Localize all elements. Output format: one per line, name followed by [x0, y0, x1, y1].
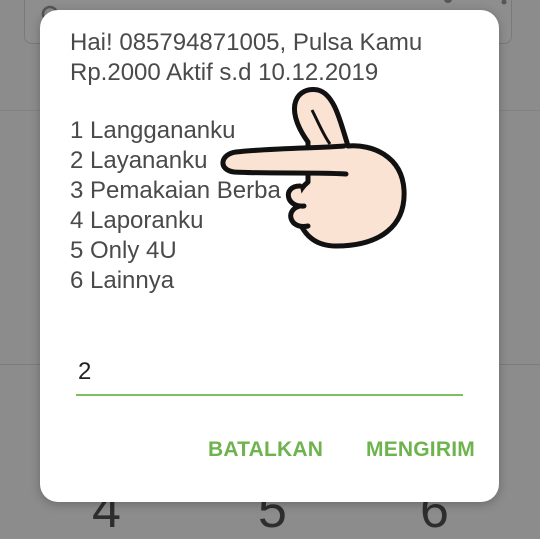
pointing-hand-icon [220, 87, 407, 249]
mic-icon [444, 0, 452, 3]
send-button[interactable]: MENGIRIM [366, 438, 475, 462]
more-vert-icon [501, 0, 507, 5]
ussd-message: Hai! 085794871005, Pulsa Kamu Rp.2000 Ak… [70, 29, 423, 86]
menu-item-6: 6 Lainnya [70, 267, 175, 294]
cancel-button[interactable]: BATALKAN [208, 438, 323, 462]
ussd-reply-input[interactable] [76, 354, 463, 396]
ussd-dialog: Hai! 085794871005, Pulsa Kamu Rp.2000 Ak… [40, 10, 499, 502]
